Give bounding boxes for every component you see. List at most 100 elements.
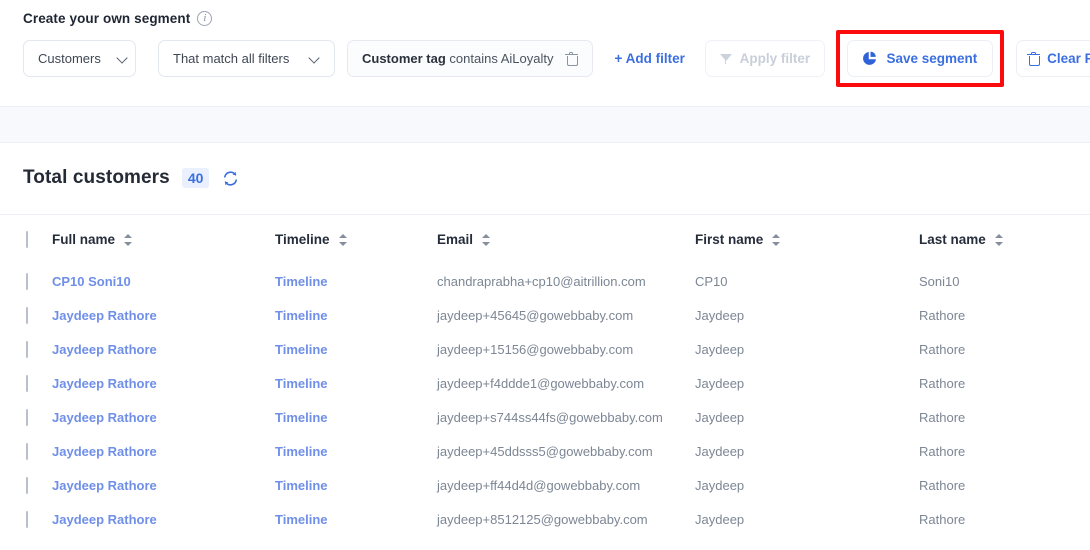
funnel-icon bbox=[719, 53, 732, 65]
column-label: First name bbox=[695, 232, 764, 247]
customers-table-area: Full name Timeline Email First name Last… bbox=[0, 215, 1090, 550]
clear-filter-button[interactable]: Clear Filter bbox=[1015, 40, 1090, 77]
cell-last-name: Rathore bbox=[919, 502, 1090, 536]
full-name-link[interactable]: Jaydeep Rathore bbox=[52, 512, 157, 527]
timeline-link[interactable]: Timeline bbox=[275, 274, 328, 289]
row-select-cell bbox=[0, 298, 52, 332]
filter-chip-key: Customer tag bbox=[362, 51, 446, 66]
row-checkbox[interactable] bbox=[26, 510, 28, 528]
timeline-link[interactable]: Timeline bbox=[275, 478, 328, 493]
email-value: jaydeep+ff44d4d@gowebbaby.com bbox=[437, 477, 641, 493]
totals-bar: Total customers 40 bbox=[0, 143, 1090, 215]
full-name-link[interactable]: Jaydeep Rathore bbox=[52, 410, 157, 425]
cell-timeline: Timeline bbox=[275, 366, 437, 400]
sort-icon[interactable] bbox=[124, 233, 133, 246]
full-name-link[interactable]: Jaydeep Rathore bbox=[52, 308, 157, 323]
timeline-link[interactable]: Timeline bbox=[275, 376, 328, 391]
row-select-cell bbox=[0, 366, 52, 400]
sort-icon[interactable] bbox=[772, 233, 781, 246]
save-segment-wrapper: Save segment bbox=[835, 30, 1004, 87]
full-name-link[interactable]: Jaydeep Rathore bbox=[52, 342, 157, 357]
row-checkbox[interactable] bbox=[26, 408, 28, 426]
audience-select[interactable]: Customers bbox=[23, 40, 136, 77]
sort-icon[interactable] bbox=[338, 233, 348, 246]
match-type-select[interactable]: That match all filters bbox=[158, 40, 335, 77]
add-filter-button[interactable]: + Add filter bbox=[615, 51, 685, 66]
first-name-value: Jaydeep bbox=[695, 341, 745, 357]
cell-full-name: CP10 Soni10 bbox=[52, 264, 275, 298]
email-value: jaydeep+15156@gowebbaby.com bbox=[437, 341, 634, 357]
full-name-link[interactable]: Jaydeep Rathore bbox=[52, 444, 157, 459]
cell-full-name: Jaydeep Rathore bbox=[52, 502, 275, 536]
customers-table: Full name Timeline Email First name Last… bbox=[0, 215, 1090, 536]
cell-last-name: Soni10 bbox=[919, 264, 1090, 298]
timeline-link[interactable]: Timeline bbox=[275, 512, 328, 527]
info-icon[interactable]: i bbox=[197, 11, 213, 26]
first-name-value: Jaydeep bbox=[695, 307, 745, 323]
column-label: Full name bbox=[52, 232, 116, 247]
table-header-row: Full name Timeline Email First name Last… bbox=[0, 215, 1090, 264]
save-segment-button[interactable]: Save segment bbox=[846, 40, 993, 77]
pie-chart-icon bbox=[862, 51, 877, 66]
table-row: Jaydeep Rathore Timeline jaydeep+ff44d4d@g… bbox=[0, 468, 1090, 502]
row-checkbox[interactable] bbox=[26, 476, 28, 494]
table-row: Jaydeep Rathore Timeline jaydeep+45645@gow… bbox=[0, 298, 1090, 332]
cell-email: chandraprabha+cp10@aitrillion.com bbox=[437, 264, 695, 298]
total-customers-count: 40 bbox=[181, 168, 210, 188]
sort-icon[interactable] bbox=[482, 233, 491, 246]
cell-timeline: Timeline bbox=[275, 400, 437, 434]
timeline-link[interactable]: Timeline bbox=[275, 410, 328, 425]
table-row: CP10 Soni10 Timeline chandraprabha+cp10@ai… bbox=[0, 264, 1090, 298]
cell-full-name: Jaydeep Rathore bbox=[52, 332, 275, 366]
table-row: Jaydeep Rathore Timeline jaydeep+45ddsss5@… bbox=[0, 434, 1090, 468]
cell-email: jaydeep+8512125@gowebbaby.com bbox=[437, 502, 695, 536]
cell-email: jaydeep+15156@gowebbaby.com bbox=[437, 332, 695, 366]
last-name-value: Rathore bbox=[919, 307, 966, 323]
cell-email: jaydeep+f4ddde1@gowebbaby.com bbox=[437, 366, 695, 400]
select-all-checkbox[interactable] bbox=[26, 231, 28, 248]
row-select-cell bbox=[0, 468, 52, 502]
cell-email: jaydeep+ff44d4d@gowebbaby.com bbox=[437, 468, 695, 502]
column-header-full-name: Full name bbox=[52, 215, 275, 264]
cell-first-name: Jaydeep bbox=[695, 502, 919, 536]
cell-full-name: Jaydeep Rathore bbox=[52, 400, 275, 434]
row-checkbox[interactable] bbox=[26, 272, 28, 290]
cell-last-name: Rathore bbox=[919, 332, 1090, 366]
filter-chip[interactable]: Customer tag contains AiLoyalty bbox=[347, 40, 593, 77]
full-name-link[interactable]: Jaydeep Rathore bbox=[52, 376, 157, 391]
last-name-value: Rathore bbox=[919, 477, 966, 493]
full-name-link[interactable]: CP10 Soni10 bbox=[52, 274, 131, 289]
trash-icon[interactable] bbox=[564, 51, 578, 66]
timeline-link[interactable]: Timeline bbox=[275, 444, 328, 459]
row-checkbox[interactable] bbox=[26, 340, 28, 358]
sort-icon[interactable] bbox=[994, 233, 1004, 246]
table-row: Jaydeep Rathore Timeline jaydeep+s744ss44f… bbox=[0, 400, 1090, 434]
refresh-icon[interactable] bbox=[221, 169, 240, 188]
full-name-link[interactable]: Jaydeep Rathore bbox=[52, 478, 157, 493]
email-value: jaydeep+45ddsss5@gowebbaby.com bbox=[437, 443, 653, 459]
cell-email: jaydeep+45ddsss5@gowebbaby.com bbox=[437, 434, 695, 468]
apply-filter-button[interactable]: Apply filter bbox=[704, 40, 825, 77]
total-customers-label: Total customers bbox=[23, 167, 170, 188]
cell-full-name: Jaydeep Rathore bbox=[52, 468, 275, 502]
last-name-value: Rathore bbox=[919, 409, 966, 425]
last-name-value: Rathore bbox=[919, 511, 966, 527]
first-name-value: Jaydeep bbox=[695, 409, 745, 425]
timeline-link[interactable]: Timeline bbox=[275, 308, 328, 323]
column-header-timeline: Timeline bbox=[275, 215, 437, 264]
cell-timeline: Timeline bbox=[275, 298, 437, 332]
row-select-cell bbox=[0, 264, 52, 298]
timeline-link[interactable]: Timeline bbox=[275, 342, 328, 357]
first-name-value: Jaydeep bbox=[695, 477, 745, 493]
row-checkbox[interactable] bbox=[26, 374, 28, 392]
row-checkbox[interactable] bbox=[26, 442, 28, 460]
row-checkbox[interactable] bbox=[26, 306, 28, 324]
last-name-value: Rathore bbox=[919, 375, 966, 391]
cell-last-name: Rathore bbox=[919, 400, 1090, 434]
table-header: Full name Timeline Email First name Last… bbox=[0, 215, 1090, 264]
cell-first-name: Jaydeep bbox=[695, 400, 919, 434]
cell-first-name: Jaydeep bbox=[695, 434, 919, 468]
chevron-down-icon bbox=[309, 53, 320, 64]
cell-email: jaydeep+s744ss44fs@gowebbaby.com bbox=[437, 400, 695, 434]
row-select-cell bbox=[0, 434, 52, 468]
